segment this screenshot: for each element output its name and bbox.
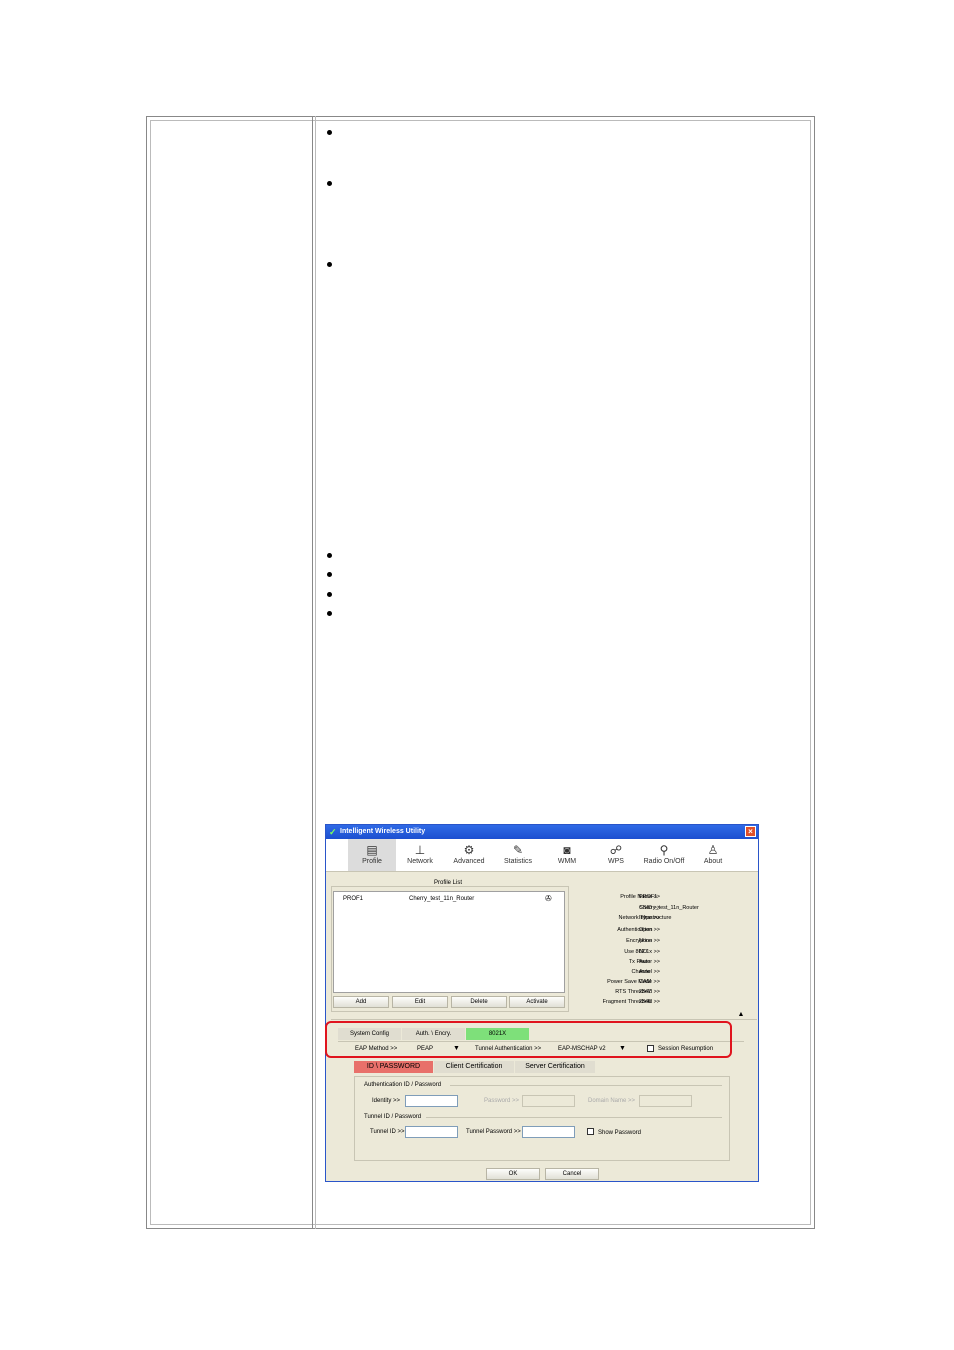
- domain-name-label: Domain Name >>: [588, 1098, 636, 1104]
- profile-row-name[interactable]: PROF1: [343, 896, 363, 902]
- add-button[interactable]: Add: [333, 996, 389, 1008]
- activate-button[interactable]: Activate: [509, 996, 565, 1008]
- delete-button[interactable]: Delete: [451, 996, 507, 1008]
- info-value: 2347: [639, 989, 652, 995]
- utility-window: ✓ Intelligent Wireless Utility × ▤ Profi…: [325, 824, 759, 1182]
- cancel-button[interactable]: Cancel: [545, 1168, 599, 1180]
- advanced-icon: ⚙: [463, 843, 475, 857]
- info-value: None: [639, 938, 653, 944]
- toolbar-wmm[interactable]: ◙ WMM: [543, 839, 591, 871]
- table-column-divider: [312, 116, 316, 1229]
- info-value: Open: [639, 927, 653, 933]
- identity-input[interactable]: [405, 1095, 458, 1107]
- toolbar-statistics[interactable]: ✎ Statistics: [494, 839, 542, 871]
- info-value: PROF1: [639, 894, 658, 900]
- bullet-point: [327, 572, 332, 577]
- main-toolbar: ▤ Profile ⊥ Network ⚙ Advanced ✎ Statist…: [326, 839, 758, 872]
- tab-id-password[interactable]: ID \ PASSWORD: [354, 1061, 433, 1073]
- toolbar-profile[interactable]: ▤ Profile: [348, 839, 396, 871]
- toolbar-network[interactable]: ⊥ Network: [396, 839, 444, 871]
- domain-name-input[interactable]: [639, 1095, 692, 1107]
- info-value: Infrastructure: [639, 915, 672, 921]
- info-value: Cherry_test_11n_Router: [639, 905, 699, 911]
- tab-client-certification[interactable]: Client Certification: [434, 1061, 514, 1073]
- toolbar-radio[interactable]: ⚲ Radio On/Off: [640, 839, 688, 871]
- close-button[interactable]: ×: [745, 826, 756, 837]
- wps-icon: ☍: [609, 843, 623, 857]
- highlight-box: [325, 1021, 732, 1058]
- profile-row-ssid[interactable]: Cherry_test_11n_Router: [409, 896, 474, 902]
- bullet-point: [327, 611, 332, 616]
- bullet-point: [327, 553, 332, 558]
- auth-group-title: Authentication ID / Password: [364, 1082, 442, 1088]
- toolbar-advanced[interactable]: ⚙ Advanced: [445, 839, 493, 871]
- statistics-icon: ✎: [512, 843, 524, 857]
- network-icon: ⊥: [414, 843, 426, 857]
- info-value: CAM: [639, 979, 652, 985]
- window-title: Intelligent Wireless Utility: [340, 828, 426, 835]
- bullet-point: [327, 181, 332, 186]
- app-logo-icon: ✓: [329, 827, 337, 837]
- tunnel-id-label: Tunnel ID >>: [370, 1129, 405, 1135]
- show-password-label: Show Password: [598, 1130, 642, 1136]
- connected-icon: ✇: [545, 894, 552, 903]
- radio-icon: ⚲: [659, 843, 669, 857]
- toolbar-about[interactable]: ♙ About: [689, 839, 737, 871]
- auth-group-line: [450, 1085, 722, 1086]
- show-password-checkbox[interactable]: [587, 1128, 594, 1135]
- tunnel-password-label: Tunnel Password >>: [466, 1129, 521, 1135]
- bullet-point: [327, 592, 332, 597]
- info-value: Auto: [639, 969, 651, 975]
- profile-list[interactable]: PROF1 Cherry_test_11n_Router ✇: [333, 891, 565, 993]
- section-separator: [331, 1019, 757, 1020]
- profile-icon: ▤: [366, 843, 378, 857]
- tunnel-password-input[interactable]: [522, 1126, 575, 1138]
- collapse-arrow-icon[interactable]: ▲: [726, 1011, 756, 1019]
- tab-server-certification[interactable]: Server Certification: [515, 1061, 595, 1073]
- toolbar-wps[interactable]: ☍ WPS: [592, 839, 640, 871]
- identity-label: Identity >>: [372, 1098, 401, 1104]
- edit-button[interactable]: Edit: [392, 996, 448, 1008]
- info-value: NO: [639, 949, 648, 955]
- profile-list-title: Profile List: [432, 880, 465, 886]
- password-input[interactable]: [522, 1095, 575, 1107]
- password-label: Password >>: [484, 1098, 520, 1104]
- bullet-point: [327, 130, 332, 135]
- bullet-point: [327, 262, 332, 267]
- about-icon: ♙: [707, 843, 719, 857]
- title-bar: ✓ Intelligent Wireless Utility ×: [326, 825, 758, 839]
- wmm-icon: ◙: [563, 843, 571, 857]
- tunnel-id-input[interactable]: [405, 1126, 458, 1138]
- info-value: Auto: [639, 959, 651, 965]
- ok-button[interactable]: OK: [486, 1168, 540, 1180]
- info-value: 2346: [639, 999, 652, 1005]
- tunnel-group-line: [426, 1117, 722, 1118]
- tunnel-group-title: Tunnel ID / Password: [364, 1114, 422, 1120]
